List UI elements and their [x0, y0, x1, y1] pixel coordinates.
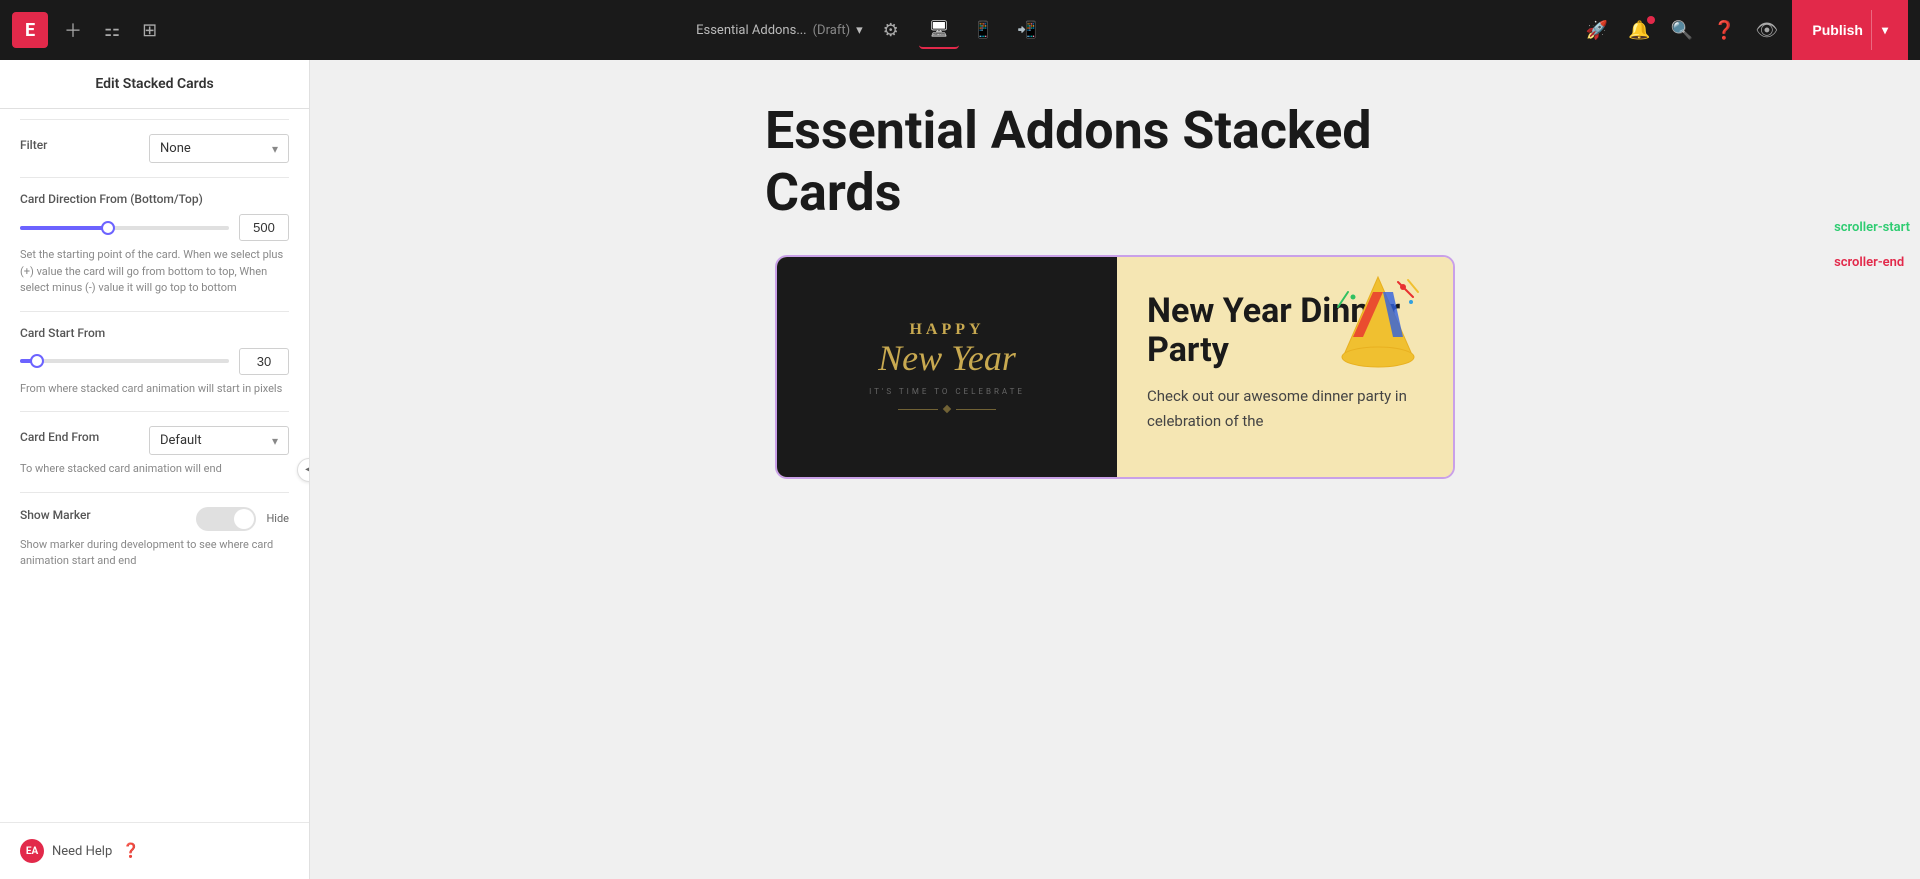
scroller-start-marker[interactable]: scroller-start [1834, 220, 1910, 235]
settings-icon[interactable]: ⚙ [883, 20, 899, 41]
card-image-newyear: New Year [869, 339, 1025, 379]
elementor-logo[interactable]: E [12, 12, 48, 48]
filter-value: None [160, 141, 191, 156]
card-direction-hint: Set the starting point of the card. When… [20, 247, 289, 297]
page-title: Essential Addons Stacked Cards [765, 100, 1465, 225]
card-image-happy: HAPPY [869, 321, 1025, 339]
card-end-dropdown[interactable]: Default ▾ [149, 426, 289, 455]
card-start-value[interactable] [239, 348, 289, 375]
publish-chevron[interactable]: ▾ [1871, 10, 1888, 50]
show-marker-field: Show Marker Hide Show marker during deve… [20, 507, 289, 570]
card-start-from-row [20, 348, 289, 375]
filter-chevron-icon: ▾ [272, 142, 278, 156]
publish-label: Publish [1812, 22, 1863, 38]
sidebar-title: Edit Stacked Cards [0, 60, 309, 109]
filter-field: Filter None ▾ [20, 134, 289, 163]
add-widget-button[interactable]: ＋ [58, 11, 88, 49]
card-image-tagline: IT'S TIME TO CELEBRATE [869, 387, 1025, 396]
card-start-slider[interactable] [20, 359, 229, 363]
card-end-from-label: Card End From [20, 430, 99, 444]
scroller-end-marker[interactable]: scroller-end [1834, 255, 1910, 270]
card-end-hint: To where stacked card animation will end [20, 461, 289, 478]
draft-label: (Draft) [813, 23, 851, 38]
card-content-text: Check out our awesome dinner party in ce… [1147, 384, 1423, 434]
publish-button[interactable]: Publish ▾ [1792, 0, 1908, 60]
help-icon[interactable]: ❓ [1707, 14, 1741, 47]
sidebar: Edit Stacked Cards Filter None ▾ Card Di… [0, 60, 310, 879]
ea-logo: EA [20, 839, 44, 863]
toggle-container: Hide [196, 507, 289, 531]
topbar-right: 🚀 🔔 🔍 ❓ 👁 Publish ▾ [1580, 0, 1908, 60]
card-end-chevron-icon: ▾ [272, 434, 278, 448]
mobile-device-button[interactable]: 📲 [1007, 11, 1047, 49]
filter-label: Filter [20, 138, 47, 152]
notification-icon[interactable]: 🔔 [1622, 14, 1656, 47]
layers-button[interactable]: ⊞ [136, 14, 163, 47]
topbar-left: E ＋ ⚏ ⊞ [12, 11, 163, 49]
site-name-chevron: ▾ [856, 23, 863, 38]
card-direction-value[interactable] [239, 214, 289, 241]
card-start-track[interactable] [20, 359, 229, 363]
party-hat-svg [1333, 272, 1423, 372]
right-markers: scroller-start scroller-end [1834, 220, 1910, 270]
card-direction-slider[interactable] [20, 226, 229, 230]
card-image-content: HAPPY New Year IT'S TIME TO CELEBRATE [869, 321, 1025, 412]
site-name-text: Essential Addons... [696, 23, 806, 38]
need-help-label: Need Help [52, 844, 112, 859]
card-direction-field: Card Direction From (Bottom/Top) Set the… [20, 192, 289, 297]
canvas-area: Essential Addons Stacked Cards [310, 60, 1920, 879]
show-marker-row: Show Marker Hide [20, 507, 289, 531]
party-hat-decoration [1333, 272, 1423, 376]
card-end-value: Default [160, 433, 202, 448]
tablet-device-button[interactable]: 📱 [963, 11, 1003, 49]
divider-2 [20, 311, 289, 312]
card-direction-row [20, 214, 289, 241]
canvas-inner: Essential Addons Stacked Cards [310, 60, 1920, 879]
main-layout: Edit Stacked Cards Filter None ▾ Card Di… [0, 60, 1920, 879]
topbar: E ＋ ⚏ ⊞ Essential Addons... (Draft) ▾ ⚙ … [0, 0, 1920, 60]
sidebar-content: Filter None ▾ Card Direction From (Botto… [0, 109, 309, 822]
stacked-card-widget[interactable]: HAPPY New Year IT'S TIME TO CELEBRATE [775, 255, 1455, 479]
divider-3 [20, 411, 289, 412]
rocket-icon[interactable]: 🚀 [1580, 14, 1614, 47]
filter-dropdown[interactable]: None ▾ [149, 134, 289, 163]
card-start-thumb[interactable] [30, 354, 44, 368]
card-direction-label: Card Direction From (Bottom/Top) [20, 192, 289, 206]
device-icons: 🖥 📱 📲 [919, 11, 1047, 49]
notification-badge [1647, 16, 1655, 24]
toggle-state-label: Hide [266, 512, 289, 525]
show-marker-hint: Show marker during development to see wh… [20, 537, 289, 570]
card-image-panel: HAPPY New Year IT'S TIME TO CELEBRATE [777, 257, 1117, 477]
search-icon[interactable]: 🔍 [1665, 14, 1699, 47]
show-marker-label: Show Marker [20, 508, 91, 522]
card-start-from-label: Card Start From [20, 326, 289, 340]
need-help-question-icon: ❓ [122, 843, 139, 859]
toggle-knob [234, 509, 254, 529]
desktop-device-button[interactable]: 🖥 [919, 11, 959, 49]
card-decorative-lines [869, 406, 1025, 412]
card-direction-fill [20, 226, 108, 230]
topbar-center: Essential Addons... (Draft) ▾ ⚙ 🖥 📱 📲 [163, 11, 1580, 49]
divider-4 [20, 492, 289, 493]
card-direction-thumb[interactable] [101, 221, 115, 235]
show-marker-toggle[interactable] [196, 507, 256, 531]
divider-1 [20, 177, 289, 178]
card-start-from-field: Card Start From From where stacked card … [20, 326, 289, 398]
card-start-hint: From where stacked card animation will s… [20, 381, 289, 398]
divider-top [20, 119, 289, 120]
site-name[interactable]: Essential Addons... (Draft) ▾ [696, 23, 863, 38]
eye-icon[interactable]: 👁 [1750, 14, 1785, 47]
card-end-from-field: Card End From Default ▾ To where stacked… [20, 426, 289, 478]
need-help-section[interactable]: EA Need Help ❓ [0, 822, 309, 879]
card-direction-track[interactable] [20, 226, 229, 230]
customizer-button[interactable]: ⚏ [98, 14, 126, 47]
